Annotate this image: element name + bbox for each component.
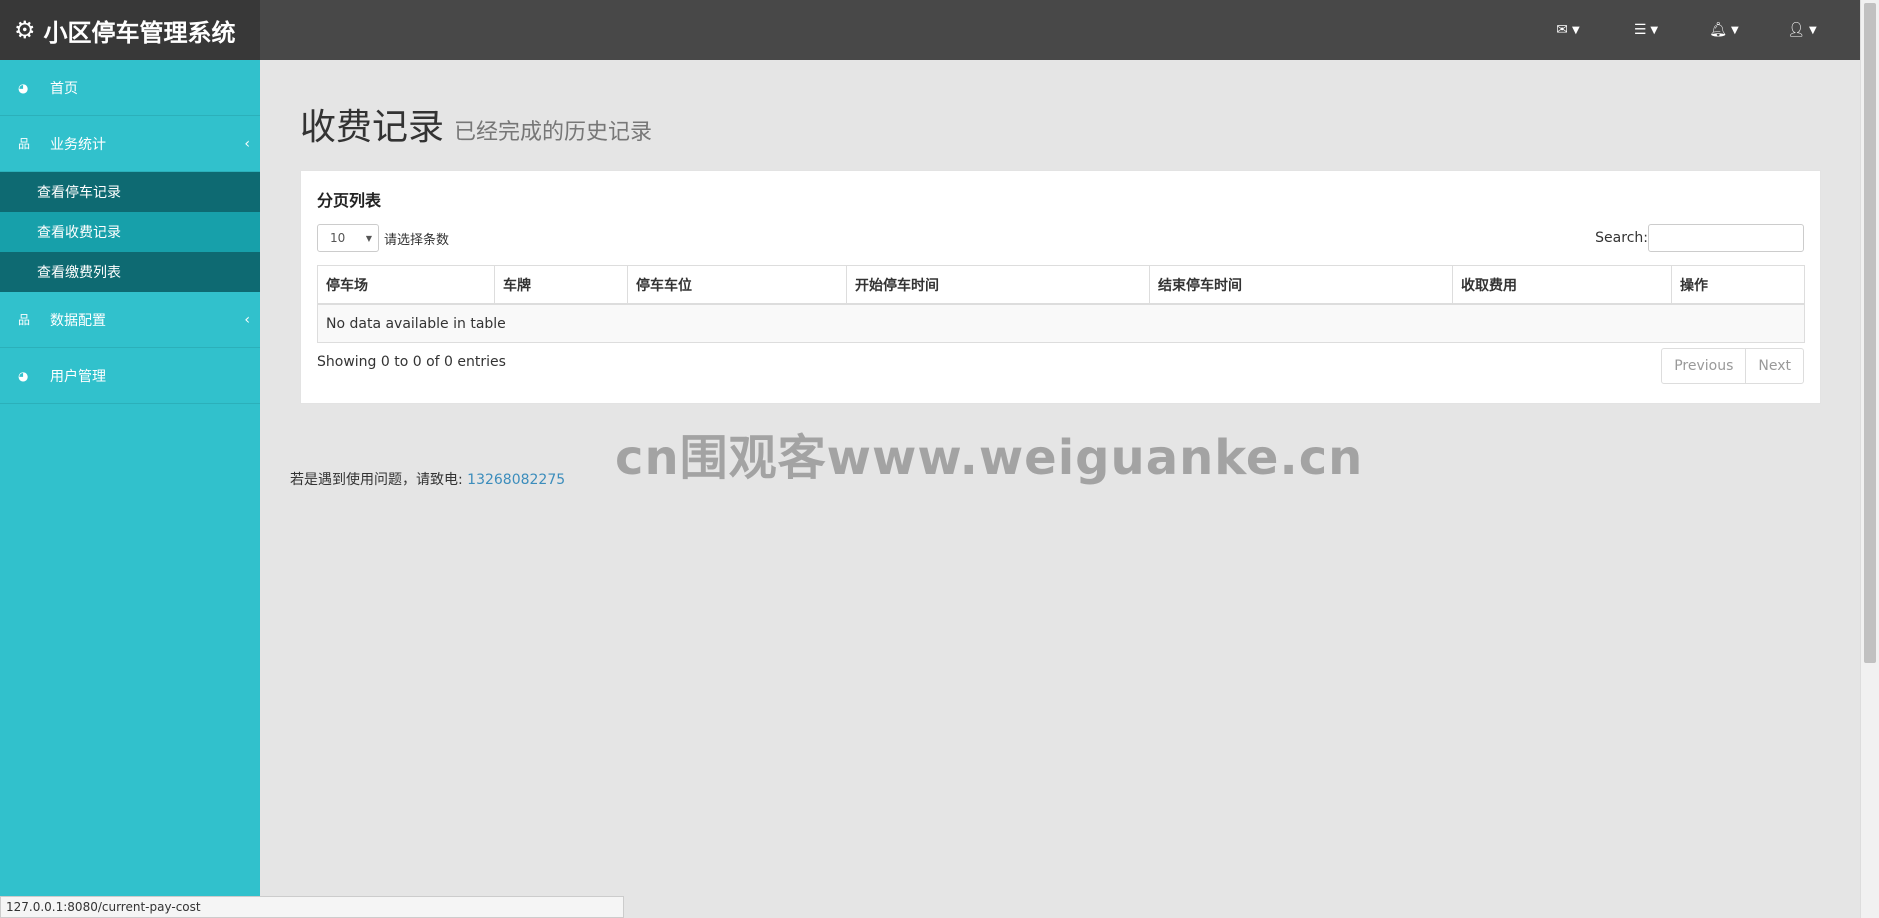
bell-icon: 🔔︎ [1709,22,1728,38]
user-dropdown[interactable]: 👤︎ ▼ [1763,0,1841,60]
status-url: 127.0.0.1:8080/current-pay-cost [6,900,201,914]
caret-down-icon: ▼ [1650,24,1659,36]
browser-status-bar: 127.0.0.1:8080/current-pay-cost [0,896,624,918]
sitemap-icon: 品 [18,137,31,151]
caret-down-icon: ▼ [1809,24,1817,36]
footer-text: 若是遇到使用问题，请致电: [290,472,468,488]
column-header-fee[interactable]: 收取费用 [1452,265,1672,305]
pagination: Previous Next [1661,348,1804,384]
table-header-row: 停车场 车牌 停车车位 开始停车时间 结束停车时间 收取费用 操作 [317,265,1805,305]
sidebar-subitem-label: 查看停车记录 [37,185,121,201]
search-label: Search: [1595,230,1648,246]
top-icons: ✉ ▼ ☰ ▼ 🔔︎ ▼ 👤︎ ▼ [1529,0,1841,60]
page-length-label: 请选择条数 [384,232,450,248]
sidebar-item-label: 用户管理 [50,368,106,385]
previous-button[interactable]: Previous [1662,349,1747,383]
sidebar-subitem-label: 查看缴费列表 [37,265,121,281]
sidebar-item-home[interactable]: ◕ 首页 [0,60,260,116]
page-length-value: 10 [330,231,346,245]
page-title: 收费记录 [300,107,445,148]
column-header-end-time[interactable]: 结束停车时间 [1149,265,1453,305]
search-input[interactable] [1648,224,1804,252]
gear-icon: ⚙ [14,16,36,44]
dashboard-icon: ◕ [18,80,29,95]
sidebar-subitem-fee-records[interactable]: 查看收费记录 [0,212,260,252]
sidebar-subitem-payment-list[interactable]: 查看缴费列表 [0,252,260,292]
sidebar-item-user-management[interactable]: ◕ 用户管理 [0,348,260,404]
page-subtitle: 已经完成的历史记录 [454,120,653,145]
column-header-plate[interactable]: 车牌 [494,265,628,305]
top-navbar: ⚙ 小区停车管理系统 ✉ ▼ ☰ ▼ 🔔︎ ▼ 👤︎ ▼ [0,0,1860,60]
user-icon: 👤︎ [1787,22,1806,38]
watermark: cn围观客www.weiguanke.cn [615,430,1364,486]
page-length-select[interactable]: 10 ▼ [317,224,379,252]
table-info: Showing 0 to 0 of 0 entries [317,354,506,370]
sidebar-subitem-label: 查看收费记录 [37,225,121,241]
alerts-dropdown[interactable]: 🔔︎ ▼ [1685,0,1763,60]
empty-table-message: No data available in table [317,303,1805,343]
sidebar: ◕ 首页 品 业务统计 ‹ 查看停车记录 查看收费记录 查看缴费列表 品 数据配… [0,60,260,918]
messages-dropdown[interactable]: ✉ ▼ [1529,0,1607,60]
sidebar-item-business-stats[interactable]: 品 业务统计 ‹ [0,116,260,172]
scrollbar-thumb[interactable] [1864,3,1876,663]
tasks-icon: ☰ [1633,22,1647,38]
next-button[interactable]: Next [1746,349,1803,383]
table-row: No data available in table [317,303,1805,343]
records-panel: 分页列表 10 ▼ 请选择条数 Search: 停车场 车牌 停车车位 开始停车… [300,170,1821,404]
sidebar-subitem-parking-records[interactable]: 查看停车记录 [0,172,260,212]
records-table: 停车场 车牌 停车车位 开始停车时间 结束停车时间 收取费用 操作 No dat… [317,265,1805,343]
brand[interactable]: ⚙ 小区停车管理系统 [0,0,260,60]
envelope-icon: ✉ [1556,22,1569,38]
sitemap-icon: 品 [18,313,31,327]
page-header: 收费记录 已经完成的历史记录 [300,98,652,150]
footer: 若是遇到使用问题，请致电: 13268082275 [290,469,565,489]
brand-title: 小区停车管理系统 [43,18,236,47]
search-control: Search: [1595,224,1804,252]
vertical-scrollbar[interactable] [1860,0,1879,918]
panel-title: 分页列表 [317,191,382,210]
sidebar-item-label: 首页 [50,80,78,97]
column-header-start-time[interactable]: 开始停车时间 [846,265,1150,305]
column-header-parking-lot[interactable]: 停车场 [317,265,495,305]
chevron-left-icon: ‹ [244,135,250,152]
sidebar-item-label: 业务统计 [50,136,106,153]
column-header-actions[interactable]: 操作 [1671,265,1805,305]
dashboard-icon: ◕ [18,368,29,383]
caret-down-icon: ▼ [1731,24,1739,36]
caret-down-icon: ▼ [1572,24,1580,36]
chevron-left-icon: ‹ [244,311,250,328]
sidebar-item-label: 数据配置 [50,312,106,329]
tasks-dropdown[interactable]: ☰ ▼ [1607,0,1685,60]
page-length-control: 10 ▼ 请选择条数 [317,224,449,252]
footer-phone-link[interactable]: 13268082275 [467,472,565,488]
sidebar-item-data-config[interactable]: 品 数据配置 ‹ [0,292,260,348]
caret-down-icon: ▼ [365,233,372,243]
column-header-space[interactable]: 停车车位 [627,265,847,305]
